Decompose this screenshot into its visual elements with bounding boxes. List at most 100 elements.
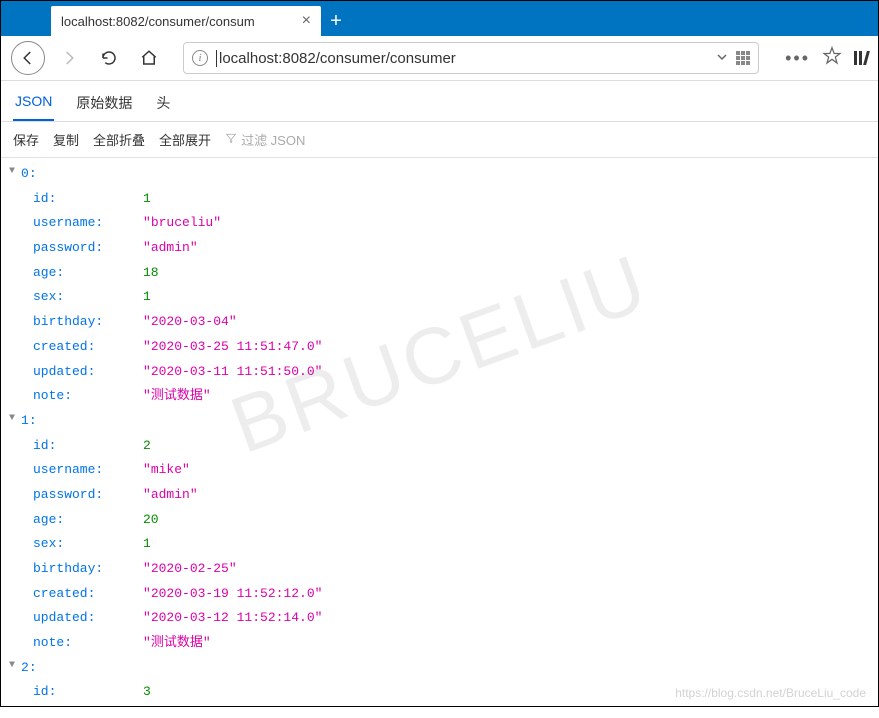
json-key: sex	[33, 289, 64, 304]
tab-raw-data[interactable]: 原始数据	[74, 89, 134, 121]
json-value: mike	[143, 458, 190, 483]
json-value: 2020-03-19 11:52:12.0	[143, 582, 322, 607]
json-property-row[interactable]: sex 1	[33, 285, 870, 310]
collapse-toggle-icon[interactable]: ▼	[9, 656, 21, 681]
json-index-key: 0	[21, 162, 37, 187]
json-value: 1	[143, 187, 151, 212]
json-value: 测试数据	[143, 384, 211, 409]
json-index-key: 1	[21, 409, 37, 434]
json-property-row[interactable]: id 2	[33, 434, 870, 459]
url-dropdown-icon[interactable]	[716, 50, 728, 67]
json-property-row[interactable]: age 18	[33, 261, 870, 286]
json-value: 3	[143, 680, 151, 705]
json-key: username	[33, 215, 103, 230]
json-value: admin	[143, 483, 198, 508]
url-bar[interactable]: i localhost:8082/consumer/consumer	[183, 42, 759, 74]
json-value: 1	[143, 532, 151, 557]
json-key: id	[33, 191, 56, 206]
json-property-row[interactable]: id 3	[33, 680, 870, 705]
json-key: note	[33, 388, 72, 403]
json-key: id	[33, 684, 56, 699]
json-key: note	[33, 635, 72, 650]
json-value: 20	[143, 508, 159, 533]
back-button[interactable]	[11, 41, 45, 75]
json-key: age	[33, 512, 64, 527]
json-value: 18	[143, 261, 159, 286]
json-property-row[interactable]: username bruceliu	[33, 211, 870, 236]
json-property-row[interactable]: note 测试数据	[33, 631, 870, 656]
json-key: birthday	[33, 561, 103, 576]
tab-title: localhost:8082/consumer/consum	[61, 14, 294, 29]
json-property-row[interactable]: note 测试数据	[33, 384, 870, 409]
json-property-row[interactable]: updated 2020-03-12 11:52:14.0	[33, 606, 870, 631]
json-value: 2	[143, 434, 151, 459]
json-property-row[interactable]: sex 1	[33, 532, 870, 557]
expand-all-button[interactable]: 全部展开	[159, 130, 211, 149]
filter-input-group[interactable]: 过滤 JSON	[225, 130, 305, 149]
json-property-row[interactable]: updated 2020-03-11 11:51:50.0	[33, 360, 870, 385]
new-tab-button[interactable]: +	[321, 6, 351, 36]
json-value: admin	[143, 236, 198, 261]
browser-tab-strip: localhost:8082/consumer/consum × +	[1, 1, 878, 36]
collapse-toggle-icon[interactable]: ▼	[9, 162, 21, 187]
json-property-row[interactable]: id 1	[33, 187, 870, 212]
json-key: created	[33, 586, 95, 601]
home-button[interactable]	[133, 42, 165, 74]
json-toolbar: 保存 复制 全部折叠 全部展开 过滤 JSON	[1, 122, 878, 158]
json-key: password	[33, 487, 103, 502]
home-icon	[140, 49, 158, 67]
json-key: id	[33, 438, 56, 453]
json-viewer[interactable]: ▼ 0 id 1 username bruceliu password admi…	[1, 158, 878, 718]
json-property-row[interactable]: age 20	[33, 508, 870, 533]
page-actions-icon[interactable]: •••	[785, 48, 810, 69]
json-object-body: id 1 username bruceliu password admin ag…	[9, 187, 870, 409]
json-property-row[interactable]: password admin	[33, 236, 870, 261]
reload-icon	[100, 49, 118, 67]
json-property-row[interactable]: created 2020-03-19 11:52:12.0	[33, 582, 870, 607]
json-property-row[interactable]: birthday 2020-02-25	[33, 557, 870, 582]
site-info-icon[interactable]: i	[192, 50, 208, 66]
arrow-right-icon	[60, 49, 78, 67]
json-property-row[interactable]: created 2020-03-25 11:51:47.0	[33, 335, 870, 360]
json-value: 测试数据	[143, 631, 211, 656]
json-key: username	[33, 462, 103, 477]
filter-placeholder: 过滤 JSON	[241, 130, 305, 149]
json-key: sex	[33, 536, 64, 551]
json-array-item[interactable]: ▼ 0	[9, 162, 870, 187]
json-array-item[interactable]: ▼ 2	[9, 656, 870, 681]
forward-button[interactable]	[53, 42, 85, 74]
qr-code-icon[interactable]	[736, 51, 750, 65]
json-key: created	[33, 339, 95, 354]
json-key: password	[33, 240, 103, 255]
save-button[interactable]: 保存	[13, 130, 39, 149]
tab-json[interactable]: JSON	[13, 89, 54, 121]
funnel-icon	[225, 132, 237, 147]
browser-navbar: i localhost:8082/consumer/consumer •••	[1, 36, 878, 81]
json-value: 2020-02-25	[143, 557, 237, 582]
view-mode-tabs: JSON 原始数据 头	[1, 81, 878, 122]
collapse-toggle-icon[interactable]: ▼	[9, 409, 21, 434]
json-key: birthday	[33, 314, 103, 329]
tab-headers[interactable]: 头	[154, 89, 172, 121]
json-property-row[interactable]: password admin	[33, 483, 870, 508]
json-key: updated	[33, 364, 95, 379]
json-value: 2020-03-12 11:52:14.0	[143, 606, 322, 631]
json-value: 1	[143, 285, 151, 310]
json-property-row[interactable]: username mike	[33, 458, 870, 483]
json-object-body: id 2 username mike password admin age 20…	[9, 434, 870, 656]
json-key: updated	[33, 610, 95, 625]
library-icon[interactable]	[854, 51, 868, 65]
json-key: age	[33, 265, 64, 280]
json-array-item[interactable]: ▼ 1	[9, 409, 870, 434]
json-index-key: 2	[21, 656, 37, 681]
json-value: 2020-03-04	[143, 310, 237, 335]
url-text: localhost:8082/consumer/consumer	[216, 50, 708, 67]
browser-tab-active[interactable]: localhost:8082/consumer/consum ×	[51, 6, 321, 36]
reload-button[interactable]	[93, 42, 125, 74]
close-tab-icon[interactable]: ×	[302, 12, 311, 30]
bookmark-star-icon[interactable]	[822, 46, 842, 71]
copy-button[interactable]: 复制	[53, 130, 79, 149]
json-property-row[interactable]: birthday 2020-03-04	[33, 310, 870, 335]
json-value: 2020-03-25 11:51:47.0	[143, 335, 322, 360]
collapse-all-button[interactable]: 全部折叠	[93, 130, 145, 149]
